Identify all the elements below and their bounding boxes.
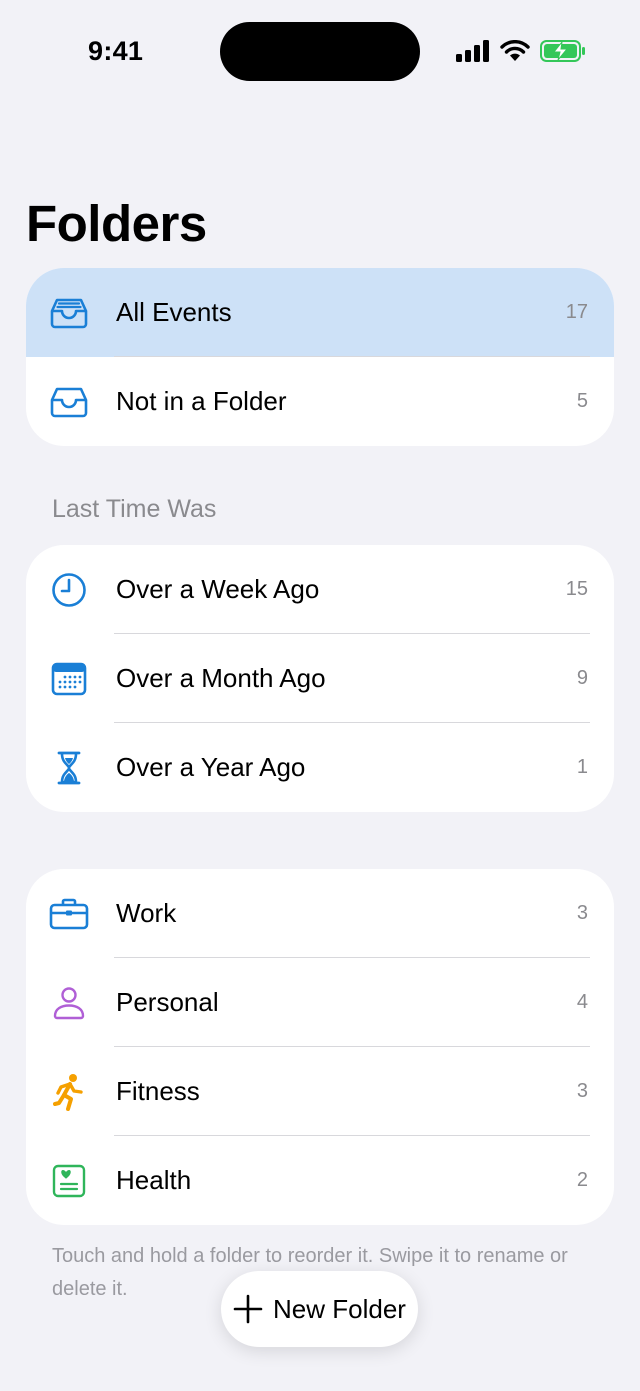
row-count: 15 (565, 578, 588, 600)
status-time: 9:41 (88, 36, 144, 66)
row-count: 2 (576, 1169, 588, 1191)
row-label: Not in a Folder (116, 386, 287, 416)
row-label: Health (116, 1165, 192, 1195)
folders-card: Work 3 Personal 4 Fitness 3 Health 2 (26, 869, 614, 1225)
dynamic-island (220, 22, 420, 81)
last-time-card: Over a Week Ago 15 Over a Month Ago 9 Ov… (26, 545, 614, 812)
row-label: All Events (116, 297, 232, 327)
row-count: 17 (565, 301, 588, 323)
top-group-card: All Events 17 Not in a Folder 5 (26, 268, 614, 446)
row-count: 5 (576, 390, 588, 412)
row-label: Over a Month Ago (116, 663, 326, 693)
tray-icon (48, 381, 90, 423)
running-figure-icon (48, 1071, 90, 1113)
row-over-a-month-ago[interactable]: Over a Month Ago 9 (26, 634, 614, 723)
row-label: Over a Week Ago (116, 574, 320, 604)
row-count: 1 (576, 756, 588, 778)
row-over-a-year-ago[interactable]: Over a Year Ago 1 (26, 723, 614, 812)
folder-row-work[interactable]: Work 3 (26, 869, 614, 958)
screen: 9:41 Folders All Events 17 Not in a Fold… (0, 0, 640, 1391)
section-header-last-time: Last Time Was (52, 495, 217, 523)
row-label: Over a Year Ago (116, 752, 306, 782)
row-label: Work (116, 898, 177, 928)
health-record-icon (48, 1160, 90, 1202)
person-icon (48, 982, 90, 1024)
new-folder-button[interactable]: New Folder (221, 1271, 418, 1347)
cellular-signal-icon (456, 40, 489, 62)
wifi-icon (500, 40, 530, 61)
calendar-icon (48, 658, 90, 700)
clock-icon (48, 569, 90, 611)
row-count: 3 (576, 1080, 588, 1102)
folder-row-fitness[interactable]: Fitness 3 (26, 1047, 614, 1136)
row-label: Personal (116, 987, 219, 1017)
row-over-a-week-ago[interactable]: Over a Week Ago 15 (26, 545, 614, 634)
battery-charging-icon (540, 40, 585, 62)
row-not-in-folder[interactable]: Not in a Folder 5 (26, 357, 614, 446)
row-all-events[interactable]: All Events 17 (26, 268, 614, 357)
row-count: 3 (576, 902, 588, 924)
briefcase-icon (48, 893, 90, 935)
status-bar: 9:41 (0, 0, 640, 100)
row-label: Fitness (116, 1076, 200, 1106)
status-icons (456, 38, 586, 64)
plus-icon (233, 1294, 263, 1324)
tray-full-icon (48, 292, 90, 334)
folder-row-health[interactable]: Health 2 (26, 1136, 614, 1225)
page-title: Folders (26, 195, 207, 252)
new-folder-label: New Folder (273, 1293, 406, 1324)
folder-row-personal[interactable]: Personal 4 (26, 958, 614, 1047)
row-count: 4 (576, 991, 588, 1013)
hourglass-icon (48, 747, 90, 789)
row-count: 9 (576, 667, 588, 689)
